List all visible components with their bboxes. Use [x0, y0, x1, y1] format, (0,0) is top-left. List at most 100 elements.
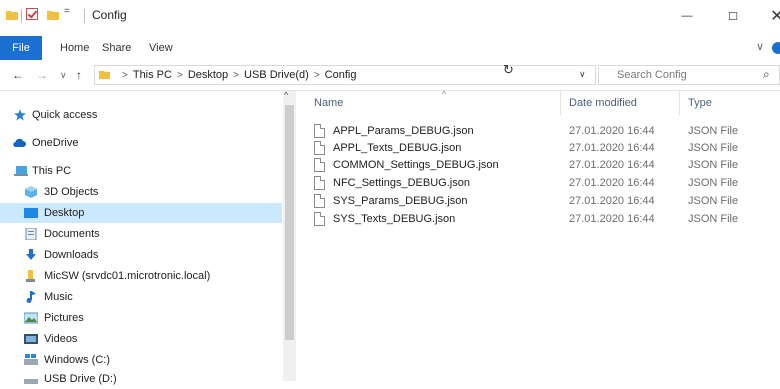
new-folder-icon[interactable] — [47, 9, 59, 21]
file-name: SYS_Params_DEBUG.json — [333, 195, 468, 207]
window-title: Config — [92, 8, 127, 22]
breadcrumb-separator-icon[interactable]: > — [177, 70, 183, 81]
sidebar-item-label: Music — [44, 291, 73, 303]
sidebar-item-this-pc[interactable]: This PC — [0, 161, 282, 181]
sidebar-item-windows-c[interactable]: Windows (C:) — [0, 350, 282, 370]
file-icon — [314, 141, 325, 155]
usb-drive-icon — [24, 379, 38, 384]
drive-icon — [24, 354, 38, 365]
breadcrumb-separator-icon: > — [122, 70, 128, 81]
video-icon — [24, 334, 38, 344]
file-name: COMMON_Settings_DEBUG.json — [333, 159, 499, 171]
table-row[interactable]: SYS_Params_DEBUG.json 27.01.2020 16:44 J… — [314, 192, 780, 211]
column-header-date-modified[interactable]: Date modified — [569, 97, 637, 109]
forward-arrow-icon[interactable]: → — [36, 68, 48, 82]
column-header-type[interactable]: Type — [688, 97, 712, 109]
sidebar-item-3d-objects[interactable]: 3D Objects — [0, 182, 282, 202]
ribbon-tabs: File Home Share View ∨ — [0, 36, 780, 60]
breadcrumb: > This PC > Desktop > USB Drive(d) > Config — [117, 69, 356, 81]
sidebar-item-onedrive[interactable]: OneDrive — [0, 133, 282, 153]
search-icon[interactable]: ⌕ — [763, 67, 770, 82]
file-date: 27.01.2020 16:44 — [569, 159, 655, 171]
picture-icon — [24, 312, 38, 324]
close-button[interactable]: ✕ — [754, 0, 780, 32]
sidebar-item-videos[interactable]: Videos — [0, 329, 282, 349]
breadcrumb-config[interactable]: Config — [325, 69, 357, 81]
tab-share[interactable]: Share — [102, 36, 131, 60]
file-type: JSON File — [688, 195, 739, 207]
scroll-up-icon[interactable]: ^ — [284, 90, 288, 100]
help-icon[interactable] — [772, 42, 780, 54]
sidebar-item-label: This PC — [32, 165, 72, 177]
table-row[interactable]: COMMON_Settings_DEBUG.json 27.01.2020 16… — [314, 156, 780, 175]
address-bar[interactable]: > This PC > Desktop > USB Drive(d) > Config ∨ — [94, 65, 596, 85]
breadcrumb-desktop[interactable]: Desktop — [188, 69, 228, 81]
refresh-icon[interactable]: ↻ — [503, 62, 514, 78]
column-divider[interactable] — [560, 91, 561, 115]
breadcrumb-separator-icon[interactable]: > — [314, 70, 320, 81]
address-dropdown-icon[interactable]: ∨ — [579, 69, 586, 80]
file-icon — [314, 124, 325, 138]
file-name: SYS_Texts_DEBUG.json — [333, 213, 456, 225]
navigation-pane: Quick access OneDrive This PC 3D Objects… — [0, 90, 296, 385]
file-type: JSON File — [688, 213, 739, 225]
recent-locations-icon[interactable]: ∨ — [60, 70, 67, 81]
title-bar: = Config — ☐ ✕ — [0, 0, 780, 36]
table-row[interactable]: NFC_Settings_DEBUG.json 27.01.2020 16:44… — [314, 174, 780, 193]
file-type: JSON File — [688, 177, 739, 189]
sidebar-item-pictures[interactable]: Pictures — [0, 308, 282, 328]
toolbar-separator — [21, 9, 22, 23]
star-icon — [14, 109, 26, 121]
sidebar-item-label: Pictures — [44, 312, 84, 324]
expand-ribbon-icon[interactable]: ∨ — [756, 40, 764, 53]
sidebar-item-documents[interactable]: Documents — [0, 224, 282, 244]
close-icon: ✕ — [770, 8, 780, 25]
computer-icon — [14, 166, 28, 176]
sidebar-item-label: 3D Objects — [44, 186, 99, 198]
quick-access-dropdown-icon[interactable]: = — [64, 6, 70, 17]
breadcrumb-separator-icon[interactable]: > — [233, 70, 239, 81]
minimize-icon: — — [681, 10, 693, 22]
desktop-icon — [24, 208, 38, 218]
file-date: 27.01.2020 16:44 — [569, 195, 655, 207]
sidebar-item-label: Quick access — [32, 109, 98, 121]
minimize-button[interactable]: — — [664, 0, 710, 32]
tab-home[interactable]: Home — [60, 36, 89, 60]
up-arrow-icon[interactable]: ↑ — [76, 68, 82, 82]
breadcrumb-usb-drive[interactable]: USB Drive(d) — [244, 69, 309, 81]
sidebar-item-quick-access[interactable]: Quick access — [0, 105, 282, 125]
file-icon — [314, 194, 325, 208]
music-icon — [26, 291, 36, 303]
download-icon — [26, 249, 36, 260]
file-name: NFC_Settings_DEBUG.json — [333, 177, 470, 189]
folder-icon — [99, 70, 110, 80]
column-header-name[interactable]: Name — [314, 97, 343, 109]
sidebar-item-music[interactable]: Music — [0, 287, 282, 307]
sidebar-item-usb-drive[interactable]: USB Drive (D:) — [0, 369, 282, 389]
search-input[interactable]: Search Config ⌕ — [598, 65, 780, 85]
sidebar-item-micsw[interactable]: MicSW (srvdc01.microtronic.local) — [0, 266, 282, 286]
sidebar-item-desktop[interactable]: Desktop — [0, 203, 282, 223]
sidebar-item-label: MicSW (srvdc01.microtronic.local) — [44, 270, 211, 282]
folder-icon[interactable] — [6, 9, 18, 21]
tab-file[interactable]: File — [0, 36, 42, 60]
cube-icon — [25, 186, 37, 198]
back-arrow-icon[interactable]: ← — [12, 68, 24, 82]
sidebar-item-downloads[interactable]: Downloads — [0, 245, 282, 265]
sidebar-item-label: Videos — [44, 333, 78, 345]
scrollbar-thumb[interactable] — [285, 105, 294, 340]
file-date: 27.01.2020 16:44 — [569, 177, 655, 189]
properties-check-icon[interactable] — [26, 8, 38, 20]
sidebar-item-label: Desktop — [44, 207, 85, 219]
breadcrumb-this-pc[interactable]: This PC — [133, 69, 172, 81]
file-icon — [314, 158, 325, 172]
sidebar-item-label: Documents — [44, 228, 100, 240]
column-divider[interactable] — [679, 91, 680, 115]
maximize-button[interactable]: ☐ — [710, 0, 756, 32]
file-date: 27.01.2020 16:44 — [569, 213, 655, 225]
cloud-icon — [13, 138, 26, 147]
file-icon — [314, 176, 325, 190]
sidebar-item-label: USB Drive (D:) — [44, 373, 117, 385]
tab-view[interactable]: View — [149, 36, 173, 60]
table-row[interactable]: SYS_Texts_DEBUG.json 27.01.2020 16:44 JS… — [314, 210, 780, 229]
